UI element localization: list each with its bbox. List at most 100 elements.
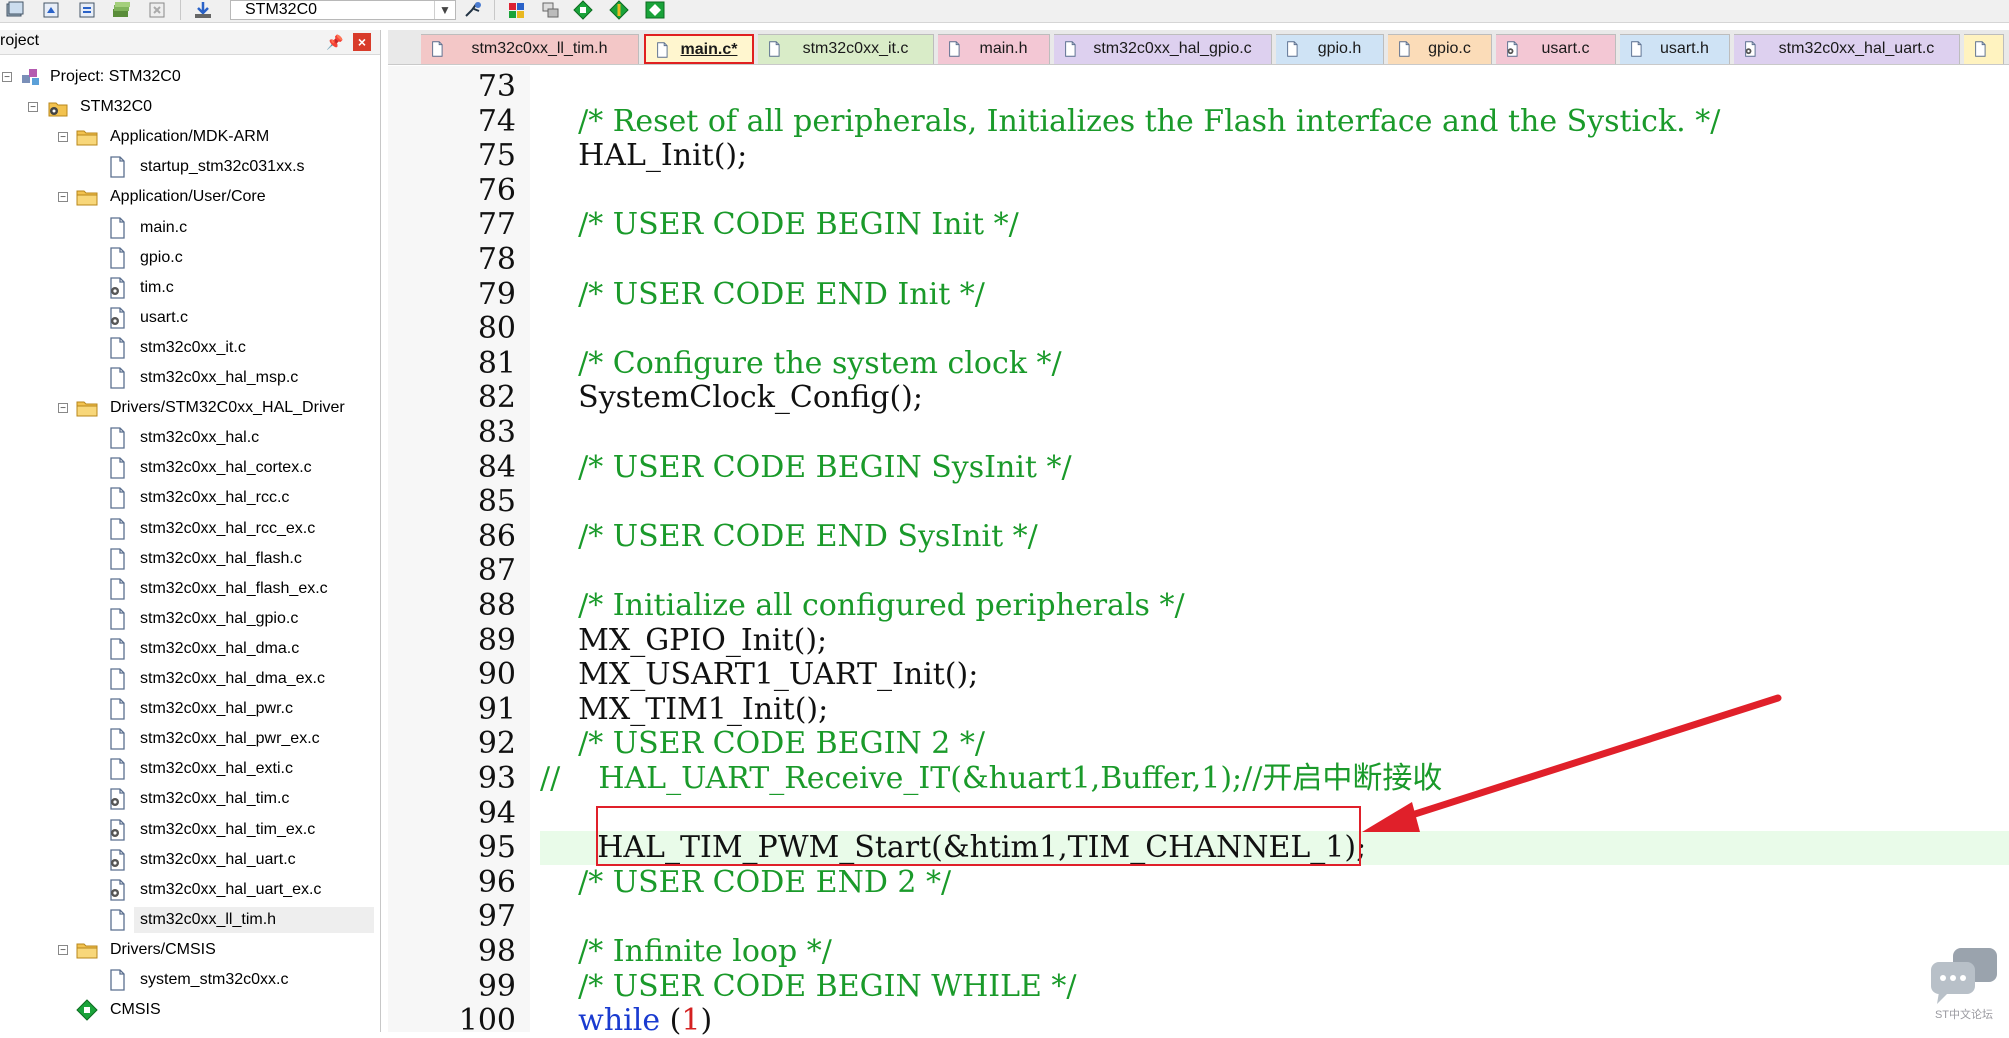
pack-installer-icon[interactable]	[644, 0, 666, 20]
folder-icon	[76, 397, 98, 419]
tree-item[interactable]: system_stm32c0xx.c	[110, 967, 374, 993]
tree-item[interactable]: stm32c0xx_hal_uart_ex.c	[110, 877, 374, 903]
code-line[interactable]: MX_GPIO_Init();	[540, 622, 2009, 658]
code-line[interactable]: /* USER CODE BEGIN SysInit */	[540, 450, 2009, 485]
download-icon[interactable]	[192, 0, 214, 20]
batch-build-icon[interactable]	[110, 0, 132, 20]
file-icon	[1972, 39, 1988, 59]
tree-item[interactable]: stm32c0xx_hal.c	[110, 425, 374, 451]
build-all-icon[interactable]	[4, 0, 26, 20]
editor-tab[interactable]: main.h	[938, 34, 1050, 64]
editor-tab[interactable]	[1964, 34, 2004, 64]
manage-components-icon[interactable]	[506, 0, 528, 20]
tree-expander-icon[interactable]: −	[2, 72, 12, 83]
tree-expander-icon[interactable]: −	[28, 102, 38, 113]
tree-item[interactable]: stm32c0xx_hal_rcc.c	[110, 485, 374, 511]
tree-expander-icon[interactable]: −	[58, 944, 68, 955]
editor-tab[interactable]: stm32c0xx_hal_uart.c	[1734, 34, 1960, 64]
tree-item[interactable]: stm32c0xx_it.c	[110, 335, 374, 361]
code-line[interactable]: /* USER CODE END Init */	[540, 277, 2009, 312]
tree-item-label: Drivers/CMSIS	[110, 940, 216, 958]
tree-item[interactable]: gpio.c	[110, 245, 374, 271]
code-line[interactable]	[540, 554, 2009, 588]
code-line[interactable]: /* USER CODE END SysInit */	[540, 519, 2009, 554]
tree-expander-icon[interactable]: −	[58, 192, 68, 203]
tree-item[interactable]: stm32c0xx_hal_tim_ex.c	[110, 817, 374, 843]
tree-item[interactable]: stm32c0xx_hal_uart.c	[110, 847, 374, 873]
code-line[interactable]	[540, 70, 2009, 104]
cmsis-diamond-icon	[76, 999, 98, 1021]
tree-item[interactable]: stm32c0xx_hal_dma.c	[110, 636, 374, 662]
tree-item[interactable]: − Application/MDK-ARM	[0, 124, 374, 150]
chevron-down-icon[interactable]: ▼	[434, 1, 455, 19]
editor-tab[interactable]: gpio.c	[1388, 34, 1492, 64]
tree-item[interactable]: stm32c0xx_hal_tim.c	[110, 786, 374, 812]
code-line[interactable]: /* Configure the system clock */	[540, 346, 2009, 381]
tree-item[interactable]: − Drivers/STM32C0xx_HAL_Driver	[0, 395, 374, 421]
stop-build-icon[interactable]	[146, 0, 168, 20]
tree-item[interactable]: − STM32C0	[0, 94, 374, 120]
tree-item[interactable]: main.c	[110, 215, 374, 241]
editor-tab[interactable]: usart.h	[1620, 34, 1730, 64]
code-line[interactable]: /* Infinite loop */	[540, 935, 2009, 969]
editor-tab[interactable]: stm32c0xx_ll_tim.h	[421, 34, 639, 64]
code-line[interactable]: while (1)	[540, 1004, 2009, 1038]
code-line[interactable]	[540, 243, 2009, 277]
editor-tab[interactable]: main.c*	[644, 34, 754, 64]
rebuild-icon[interactable]	[76, 0, 98, 20]
code-line[interactable]: HAL_Init();	[540, 139, 2009, 173]
tree-item[interactable]: stm32c0xx_hal_exti.c	[110, 756, 374, 782]
tree-item[interactable]: stm32c0xx_ll_tim.h	[110, 906, 374, 933]
code-line[interactable]	[540, 312, 2009, 346]
code-line[interactable]: /* Reset of all peripherals, Initializes…	[540, 104, 2009, 139]
watermark-text: ST中文论坛	[1934, 1009, 1994, 1021]
tree-item-label: stm32c0xx_hal.c	[140, 429, 260, 447]
tree-item[interactable]: stm32c0xx_hal_pwr.c	[110, 696, 374, 722]
file-icon	[106, 698, 128, 720]
editor-tab[interactable]: stm32c0xx_it.c	[758, 34, 934, 64]
tree-item[interactable]: − Project: STM32C0	[0, 64, 374, 90]
code-line[interactable]	[540, 485, 2009, 519]
tree-item[interactable]: usart.c	[110, 305, 374, 331]
tree-item[interactable]: stm32c0xx_hal_gpio.c	[110, 606, 374, 632]
code-line[interactable]: MX_USART1_UART_Init();	[540, 658, 2009, 692]
code-line[interactable]: /* USER CODE BEGIN WHILE */	[540, 969, 2009, 1004]
tree-item[interactable]: stm32c0xx_hal_flash.c	[110, 546, 374, 572]
translate-icon[interactable]	[40, 0, 62, 20]
editor-tab-label: main.c*	[680, 41, 738, 58]
tree-item[interactable]: stm32c0xx_hal_rcc_ex.c	[110, 516, 374, 542]
code-line[interactable]	[540, 900, 2009, 934]
tree-item[interactable]: stm32c0xx_hal_msp.c	[110, 365, 374, 391]
event-recorder-icon[interactable]	[608, 0, 630, 20]
tree-expander-icon[interactable]: −	[58, 403, 68, 414]
code-line[interactable]	[540, 416, 2009, 450]
tree-item[interactable]: CMSIS	[0, 997, 374, 1023]
close-panel-button[interactable]: ×	[353, 33, 371, 51]
tree-item[interactable]: stm32c0xx_hal_pwr_ex.c	[110, 726, 374, 752]
tree-item[interactable]: tim.c	[110, 275, 374, 301]
target-select[interactable]: STM32C0 ▼	[230, 0, 456, 20]
tree-item-label: stm32c0xx_hal_tim_ex.c	[140, 820, 316, 838]
code-line[interactable]: SystemClock_Config();	[540, 381, 2009, 415]
code-token-plain: MX_GPIO_Init();	[540, 622, 828, 658]
code-line[interactable]	[540, 174, 2009, 208]
tree-item-label: stm32c0xx_hal_uart_ex.c	[140, 880, 322, 898]
tree-item[interactable]: startup_stm32c031xx.s	[110, 154, 374, 180]
editor-tab[interactable]: usart.c	[1496, 34, 1616, 64]
tree-item[interactable]: − Drivers/CMSIS	[0, 937, 374, 963]
tree-item-label: main.c	[140, 218, 188, 236]
code-line[interactable]: /* USER CODE END 2 */	[540, 865, 2009, 900]
select-packs-icon[interactable]	[572, 0, 594, 20]
code-line[interactable]: /* USER CODE BEGIN Init */	[540, 208, 2009, 242]
options-icon[interactable]	[462, 0, 484, 20]
tree-item[interactable]: stm32c0xx_hal_flash_ex.c	[110, 576, 374, 602]
code-line[interactable]: /* Initialize all configured peripherals…	[540, 589, 2009, 623]
tree-item[interactable]: − Application/User/Core	[0, 184, 374, 210]
editor-tab[interactable]: stm32c0xx_hal_gpio.c	[1054, 34, 1272, 64]
tree-item[interactable]: stm32c0xx_hal_cortex.c	[110, 455, 374, 481]
editor-tab[interactable]: gpio.h	[1276, 34, 1384, 64]
tree-item[interactable]: stm32c0xx_hal_dma_ex.c	[110, 666, 374, 692]
pin-icon[interactable]: 📌	[326, 34, 343, 50]
file-extensions-icon[interactable]	[540, 0, 562, 20]
tree-expander-icon[interactable]: −	[58, 132, 68, 143]
